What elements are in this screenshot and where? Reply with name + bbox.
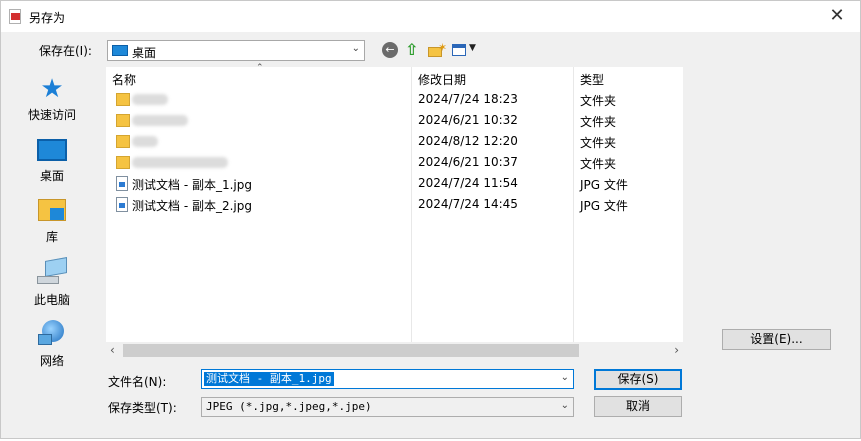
column-date[interactable]: 修改日期: [418, 71, 466, 88]
close-button[interactable]: ✕: [814, 1, 860, 32]
file-date: 2024/7/24 18:23: [418, 92, 518, 106]
jpg-file-icon: [116, 176, 128, 191]
file-type: JPG 文件: [580, 178, 628, 192]
network-icon: [38, 320, 66, 348]
place-label: 网络: [39, 354, 64, 368]
folder-icon: [116, 93, 130, 106]
file-type: 文件夹: [580, 115, 617, 129]
save-in-combo[interactable]: 桌面 ⌄: [107, 40, 365, 61]
file-row[interactable]: 2024/6/21 10:32 文件夹: [106, 110, 683, 131]
place-label: 库: [45, 230, 58, 244]
save-as-dialog: 另存为 ✕ 保存在(I): 桌面 ⌄ ← ⇧ ✶ ▼ ★ 快速访问 桌面 库 此…: [0, 0, 861, 439]
filename-input[interactable]: 测试文档 - 副本_1.jpg ⌄: [201, 369, 574, 389]
file-type: 文件夹: [580, 136, 617, 150]
title-bar: 另存为 ✕: [1, 1, 860, 32]
file-date: 2024/8/12 12:20: [418, 134, 518, 148]
file-row[interactable]: 2024/8/12 12:20 文件夹: [106, 131, 683, 152]
file-list[interactable]: ⌃ 名称 修改日期 类型 2024/7/24 18:23 文件夹 2024/6/21…: [106, 63, 683, 342]
file-row[interactable]: 2024/7/24 18:23 文件夹: [106, 89, 683, 110]
file-type: 文件夹: [580, 94, 617, 108]
desktop-icon: [112, 45, 128, 56]
redacted-file-name: [132, 115, 188, 126]
computer-icon: [37, 257, 67, 287]
view-menu-icon[interactable]: ▼: [452, 42, 478, 60]
sort-up-icon: ⌃: [256, 63, 264, 73]
back-arrow-icon[interactable]: ←: [382, 42, 398, 58]
file-type: 文件夹: [580, 157, 617, 171]
file-row[interactable]: 2024/6/21 10:37 文件夹: [106, 152, 683, 173]
scroll-right-icon[interactable]: ›: [674, 343, 679, 357]
horizontal-scrollbar[interactable]: ‹ ›: [106, 342, 683, 359]
place-library[interactable]: 库: [1, 197, 103, 245]
folder-icon: [116, 135, 130, 148]
place-network[interactable]: 网络: [1, 320, 103, 369]
place-label: 快速访问: [27, 108, 76, 122]
place-label: 桌面: [39, 169, 64, 183]
scroll-left-icon[interactable]: ‹: [110, 343, 115, 357]
redacted-file-name: [132, 94, 168, 105]
file-date: 2024/7/24 11:54: [418, 176, 518, 190]
cancel-button[interactable]: 取消: [594, 396, 682, 417]
desktop-icon: [37, 139, 67, 161]
chevron-down-icon[interactable]: ⌄: [561, 372, 569, 383]
new-folder-icon[interactable]: ✶: [428, 41, 447, 60]
file-date: 2024/7/24 14:45: [418, 197, 518, 211]
folder-icon: [116, 156, 130, 169]
star-icon: ★: [40, 74, 64, 104]
save-in-value: 桌面: [132, 46, 157, 60]
filetype-value: JPEG (*.jpg,*.jpeg,*.jpe): [206, 400, 372, 413]
column-type[interactable]: 类型: [580, 71, 604, 88]
chevron-down-icon: ⌄: [351, 43, 360, 54]
filename-label: 文件名(N):: [108, 375, 167, 389]
file-row[interactable]: 测试文档 - 副本_2.jpg 2024/7/24 14:45 JPG 文件: [106, 194, 683, 215]
place-this-pc[interactable]: 此电脑: [1, 257, 103, 308]
library-icon: [38, 197, 66, 223]
place-desktop[interactable]: 桌面: [1, 137, 103, 184]
settings-button[interactable]: 设置(E)...: [722, 329, 831, 350]
filetype-select[interactable]: JPEG (*.jpg,*.jpeg,*.jpe) ⌄: [201, 397, 574, 417]
folder-icon: [116, 114, 130, 127]
scroll-thumb[interactable]: [123, 344, 579, 357]
file-name: 测试文档 - 副本_1.jpg: [132, 178, 252, 192]
file-row[interactable]: 测试文档 - 副本_1.jpg 2024/7/24 11:54 JPG 文件: [106, 173, 683, 194]
window-title: 另存为: [29, 11, 66, 25]
save-button[interactable]: 保存(S): [594, 369, 682, 390]
file-date: 2024/6/21 10:37: [418, 155, 518, 169]
file-date: 2024/6/21 10:32: [418, 113, 518, 127]
pdf-app-icon: [9, 9, 21, 24]
places-bar: ★ 快速访问 桌面 库 此电脑 网络: [1, 66, 103, 441]
filetype-label: 保存类型(T):: [108, 401, 177, 415]
redacted-file-name: [132, 136, 158, 147]
save-in-label: 保存在(I):: [39, 44, 92, 58]
column-name[interactable]: 名称: [112, 71, 136, 88]
place-label: 此电脑: [33, 293, 70, 307]
file-list-header: ⌃ 名称 修改日期 类型: [106, 63, 683, 89]
place-quick-access[interactable]: ★ 快速访问: [1, 74, 103, 123]
up-folder-icon[interactable]: ⇧: [405, 42, 421, 60]
filename-value: 测试文档 - 副本_1.jpg: [204, 372, 334, 386]
redacted-file-name: [132, 157, 228, 168]
chevron-down-icon: ⌄: [560, 400, 569, 411]
file-name: 测试文档 - 副本_2.jpg: [132, 199, 252, 213]
file-type: JPG 文件: [580, 199, 628, 213]
jpg-file-icon: [116, 197, 128, 212]
